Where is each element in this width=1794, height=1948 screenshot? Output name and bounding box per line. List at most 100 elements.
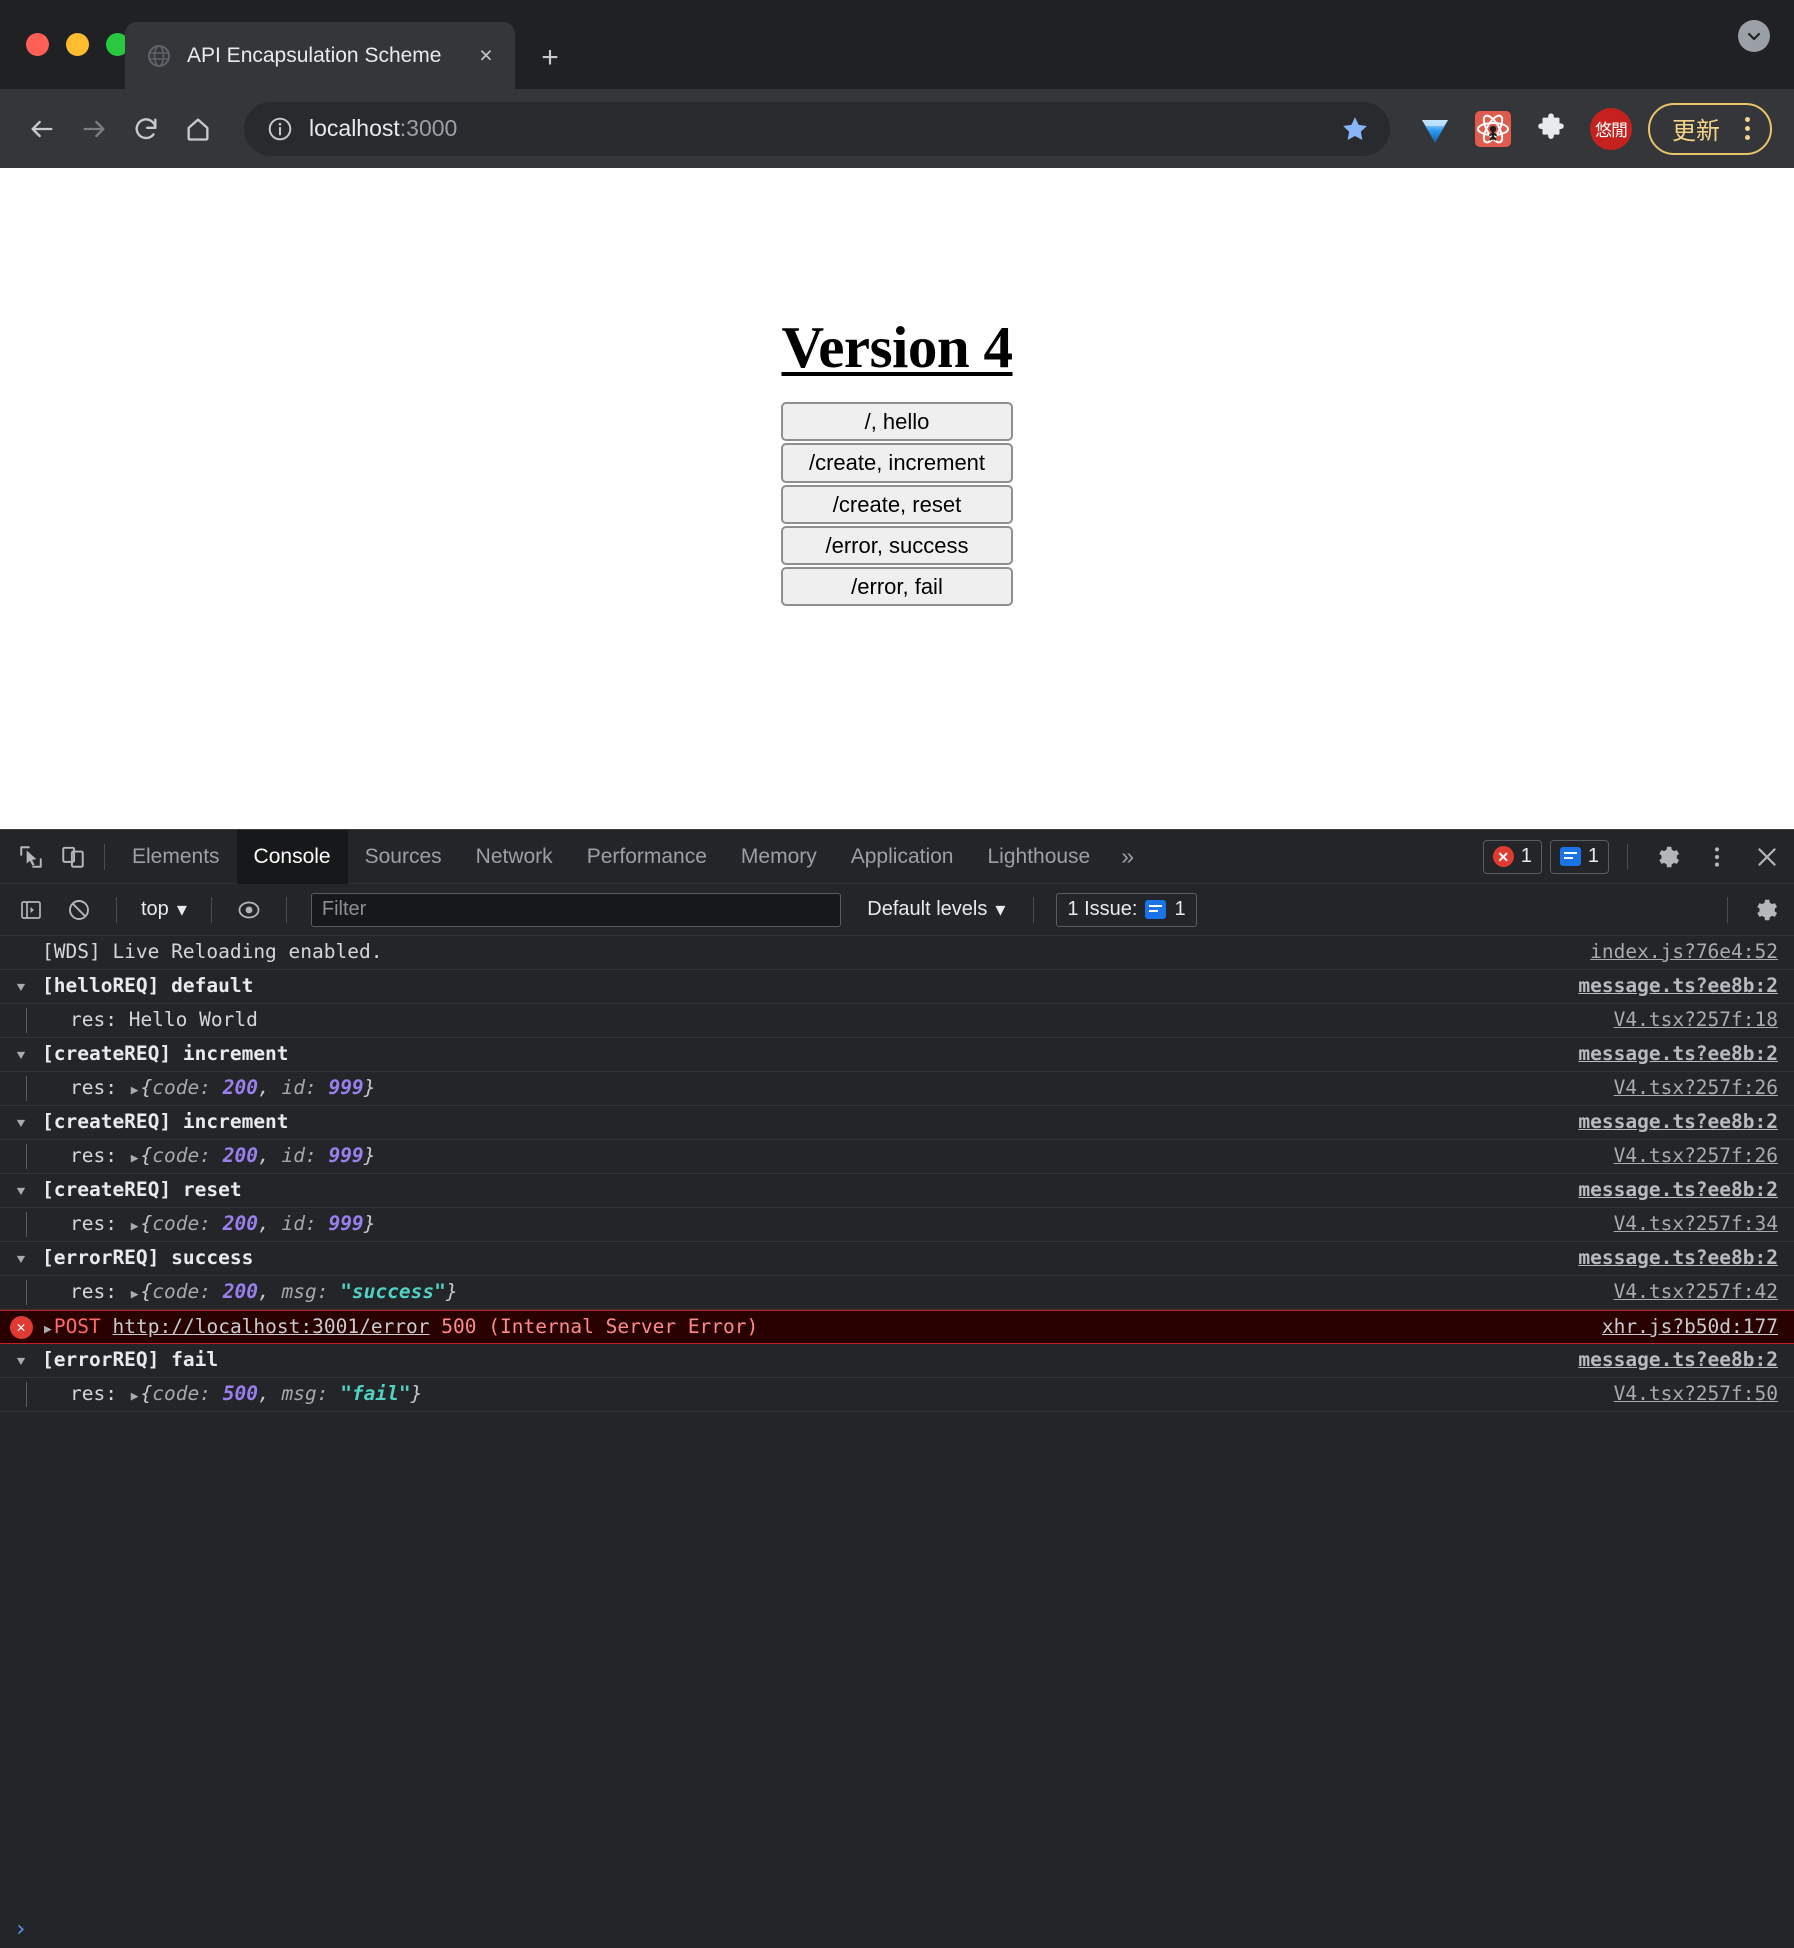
console-source-link[interactable]: message.ts?ee8b:2 xyxy=(1558,1042,1778,1065)
star-icon[interactable] xyxy=(1338,112,1372,146)
object-key: id: xyxy=(281,1212,317,1235)
object-value: 500 xyxy=(222,1382,258,1405)
message-count-badge[interactable]: 1 xyxy=(1549,839,1609,874)
group-expand-triangle[interactable]: ▼ xyxy=(0,974,42,999)
console-source-link[interactable]: V4.tsx?257f:26 xyxy=(1594,1076,1778,1099)
console-row-group-header[interactable]: ▼ [errorREQ] success message.ts?ee8b:2 xyxy=(0,1242,1794,1276)
console-source-link[interactable]: message.ts?ee8b:2 xyxy=(1558,974,1778,997)
diamond-extension-icon[interactable] xyxy=(1412,106,1458,152)
console-row-child-object[interactable]: res: ▶ {code: 200, id: 999} V4.tsx?257f:34 xyxy=(0,1208,1794,1242)
tab-search-button[interactable] xyxy=(1736,18,1772,54)
object-expand-triangle[interactable]: ▶ xyxy=(129,1389,141,1404)
api-button-create-reset[interactable]: /create, reset xyxy=(781,484,1013,524)
close-icon[interactable]: × xyxy=(471,41,501,71)
console-row-child-object[interactable]: res: ▶ {code: 500, msg: "fail"} V4.tsx?257… xyxy=(0,1378,1794,1412)
console-source-link[interactable]: message.ts?ee8b:2 xyxy=(1558,1246,1778,1269)
inspect-element-icon[interactable] xyxy=(10,836,52,878)
more-tabs-icon[interactable]: » xyxy=(1107,830,1148,884)
minimize-window-button[interactable] xyxy=(66,33,89,56)
address-bar[interactable]: localhost:3000 xyxy=(244,101,1390,156)
console-row-error[interactable]: ✕ ▶ POST http://localhost:3001/error 500 (… xyxy=(0,1310,1794,1344)
tab-sources[interactable]: Sources xyxy=(348,830,459,884)
tab-console[interactable]: Console xyxy=(236,829,348,884)
group-expand-triangle[interactable]: ▼ xyxy=(0,1042,42,1067)
api-button-create-increment[interactable]: /create, increment xyxy=(781,443,1013,483)
console-source-link[interactable]: V4.tsx?257f:42 xyxy=(1594,1280,1778,1303)
filter-input[interactable]: Filter xyxy=(310,892,842,927)
tab-lighthouse[interactable]: Lighthouse xyxy=(970,830,1107,884)
error-count-badge[interactable]: ✕ 1 xyxy=(1482,839,1542,874)
console-sidebar-icon[interactable] xyxy=(10,889,52,931)
error-expand-triangle[interactable]: ▶ xyxy=(42,1322,54,1337)
puzzle-extensions-icon[interactable] xyxy=(1528,106,1574,152)
browser-tab[interactable]: API Encapsulation Scheme × xyxy=(125,22,515,89)
api-button-error-fail[interactable]: /error, fail xyxy=(781,567,1013,607)
request-url[interactable]: http://localhost:3001/error xyxy=(113,1315,430,1338)
react-devtools-icon[interactable] xyxy=(1470,106,1516,152)
object-key: code: xyxy=(152,1076,211,1099)
console-source-link[interactable]: V4.tsx?257f:34 xyxy=(1594,1212,1778,1235)
console-row-message[interactable]: [WDS] Live Reloading enabled. index.js?76… xyxy=(0,936,1794,970)
log-levels-selector[interactable]: Default levels ▾ xyxy=(855,897,1017,922)
console-source-link[interactable]: message.ts?ee8b:2 xyxy=(1558,1178,1778,1201)
tab-elements[interactable]: Elements xyxy=(115,830,237,884)
live-expression-icon[interactable] xyxy=(228,889,270,931)
console-row-body: res: ▶ {code: 200, id: 999} xyxy=(70,1212,376,1235)
console-row-group-header[interactable]: ▼ [createREQ] reset message.ts?ee8b:2 xyxy=(0,1174,1794,1208)
tab-network[interactable]: Network xyxy=(459,830,570,884)
execution-context-selector[interactable]: top ▾ xyxy=(133,897,195,922)
console-row-group-header[interactable]: ▼ [helloREQ] default message.ts?ee8b:2 xyxy=(0,970,1794,1004)
gear-icon[interactable] xyxy=(1744,889,1786,931)
filter-placeholder: Filter xyxy=(321,898,367,920)
group-expand-triangle[interactable]: ▼ xyxy=(0,1178,42,1203)
forward-button[interactable] xyxy=(70,105,118,153)
clear-console-icon[interactable] xyxy=(58,889,100,931)
object-expand-triangle[interactable]: ▶ xyxy=(129,1151,141,1166)
group-expand-triangle[interactable]: ▼ xyxy=(0,1246,42,1271)
update-button[interactable]: 更新 xyxy=(1648,102,1772,155)
console-row-child-object[interactable]: res: ▶ {code: 200, msg: "success"} V4.tsx?… xyxy=(0,1276,1794,1310)
device-toolbar-icon[interactable] xyxy=(52,836,94,878)
close-icon[interactable] xyxy=(1746,836,1788,878)
gear-icon[interactable] xyxy=(1646,836,1688,878)
console-source-link[interactable]: message.ts?ee8b:2 xyxy=(1558,1110,1778,1133)
close-window-button[interactable] xyxy=(26,33,49,56)
api-button-error-success[interactable]: /error, success xyxy=(781,525,1013,566)
console-row-child-object[interactable]: res: ▶ {code: 200, id: 999} V4.tsx?257f:26 xyxy=(0,1072,1794,1106)
home-button[interactable] xyxy=(174,105,222,153)
console-source-link[interactable]: index.js?76e4:52 xyxy=(1570,940,1778,963)
issues-button[interactable]: 1 Issue: 1 xyxy=(1056,892,1197,927)
console-row-child-object[interactable]: res: ▶ {code: 200, id: 999} V4.tsx?257f:26 xyxy=(0,1140,1794,1174)
group-expand-triangle[interactable]: ▼ xyxy=(0,1110,42,1135)
console-row-group-header[interactable]: ▼ [createREQ] increment message.ts?ee8b:2 xyxy=(0,1038,1794,1072)
object-expand-triangle[interactable]: ▶ xyxy=(129,1219,141,1234)
console-source-link[interactable]: V4.tsx?257f:18 xyxy=(1594,1008,1778,1031)
console-source-link[interactable]: V4.tsx?257f:50 xyxy=(1594,1382,1778,1405)
kebab-menu-icon[interactable] xyxy=(1696,836,1738,878)
console-log-list[interactable]: [WDS] Live Reloading enabled. index.js?76… xyxy=(0,936,1794,1911)
console-source-link[interactable]: message.ts?ee8b:2 xyxy=(1558,1348,1778,1371)
profile-avatar[interactable]: 悠閒 xyxy=(1590,107,1632,150)
console-prompt[interactable]: › xyxy=(0,1911,1794,1948)
reload-button[interactable] xyxy=(122,105,170,153)
object-value: "success" xyxy=(340,1280,446,1303)
console-row-group-header[interactable]: ▼ [errorREQ] fail message.ts?ee8b:2 xyxy=(0,1344,1794,1378)
tab-memory[interactable]: Memory xyxy=(724,830,834,884)
console-row-body: ▶ POST http://localhost:3001/error 500 (I… xyxy=(42,1315,1582,1338)
console-source-link[interactable]: V4.tsx?257f:26 xyxy=(1594,1144,1778,1167)
object-expand-triangle[interactable]: ▶ xyxy=(129,1287,141,1302)
info-circle-icon[interactable] xyxy=(266,115,293,142)
api-button-hello[interactable]: /, hello xyxy=(781,402,1013,442)
group-expand-triangle[interactable]: ▼ xyxy=(0,1348,42,1373)
tab-title: API Encapsulation Scheme xyxy=(187,43,442,67)
new-tab-button[interactable]: + xyxy=(530,38,570,78)
object-expand-triangle[interactable]: ▶ xyxy=(129,1083,141,1098)
console-row-child[interactable]: res: Hello World V4.tsx?257f:18 xyxy=(0,1004,1794,1038)
console-source-link[interactable]: xhr.js?b50d:177 xyxy=(1582,1315,1778,1338)
console-row-group-header[interactable]: ▼ [createREQ] increment message.ts?ee8b:2 xyxy=(0,1106,1794,1140)
tab-application[interactable]: Application xyxy=(834,830,971,884)
console-row-body: [createREQ] increment xyxy=(42,1110,289,1133)
back-button[interactable] xyxy=(18,105,66,153)
tab-performance[interactable]: Performance xyxy=(570,830,724,884)
kebab-menu-icon[interactable] xyxy=(1730,112,1764,146)
